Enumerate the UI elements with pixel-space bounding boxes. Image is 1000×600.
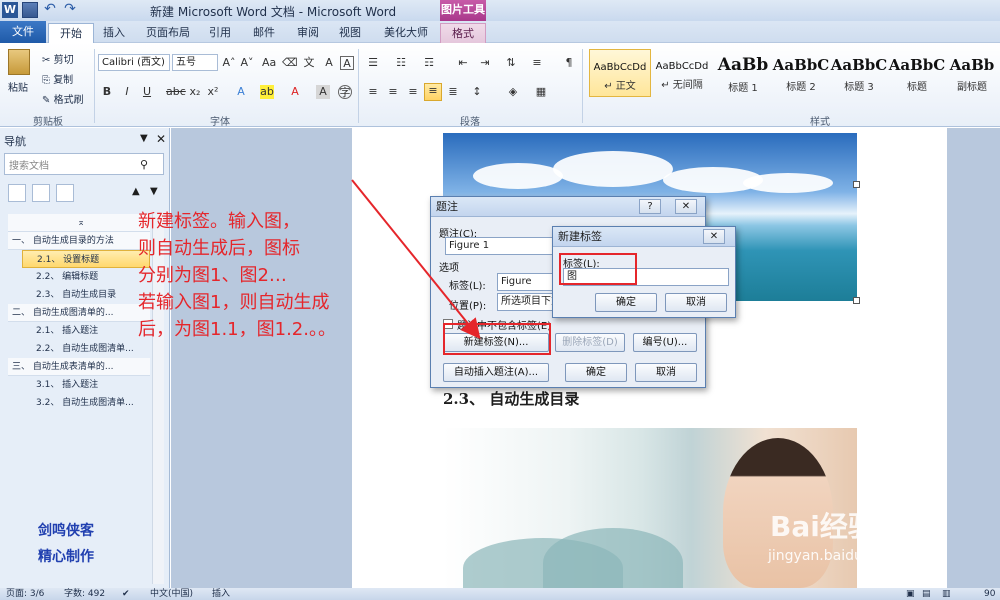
annotation-line: 分别为图1、图2…: [138, 265, 287, 286]
status-language[interactable]: 中文(中国): [150, 588, 193, 600]
view-web-icon[interactable]: ▥: [942, 588, 951, 600]
status-words[interactable]: 字数: 492: [64, 588, 105, 600]
highlight-box-new-label: [443, 323, 551, 355]
annotation-line: 若输入图1，则自动生成: [138, 292, 330, 313]
baidu-watermark-url: jingyan.baidu.com: [768, 548, 898, 564]
annotation-line: 新建标签。输入图，: [138, 211, 300, 232]
highlight-box-label-input: [559, 253, 637, 285]
status-page[interactable]: 页面: 3/6: [6, 588, 44, 600]
view-print-layout-icon[interactable]: ▣: [906, 588, 915, 600]
spellcheck-icon[interactable]: ✔: [122, 588, 130, 600]
status-zoom[interactable]: 90: [984, 588, 995, 600]
baidu-watermark: Bai经验: [770, 510, 876, 543]
annotation-line: 后，为图1.1，图1.2.。。: [138, 319, 336, 340]
annotation-line: 则自动生成后，图标: [138, 238, 300, 259]
annotation-text: 新建标签。输入图， 则自动生成后，图标 分别为图1、图2… 若输入图1，则自动生…: [138, 208, 403, 343]
view-reading-icon[interactable]: ▤: [922, 588, 931, 600]
status-mode[interactable]: 插入: [212, 588, 230, 600]
status-bar: 页面: 3/6 字数: 492 ✔ 中文(中国) 插入 ▣ ▤ ▥ 90: [0, 588, 1000, 600]
